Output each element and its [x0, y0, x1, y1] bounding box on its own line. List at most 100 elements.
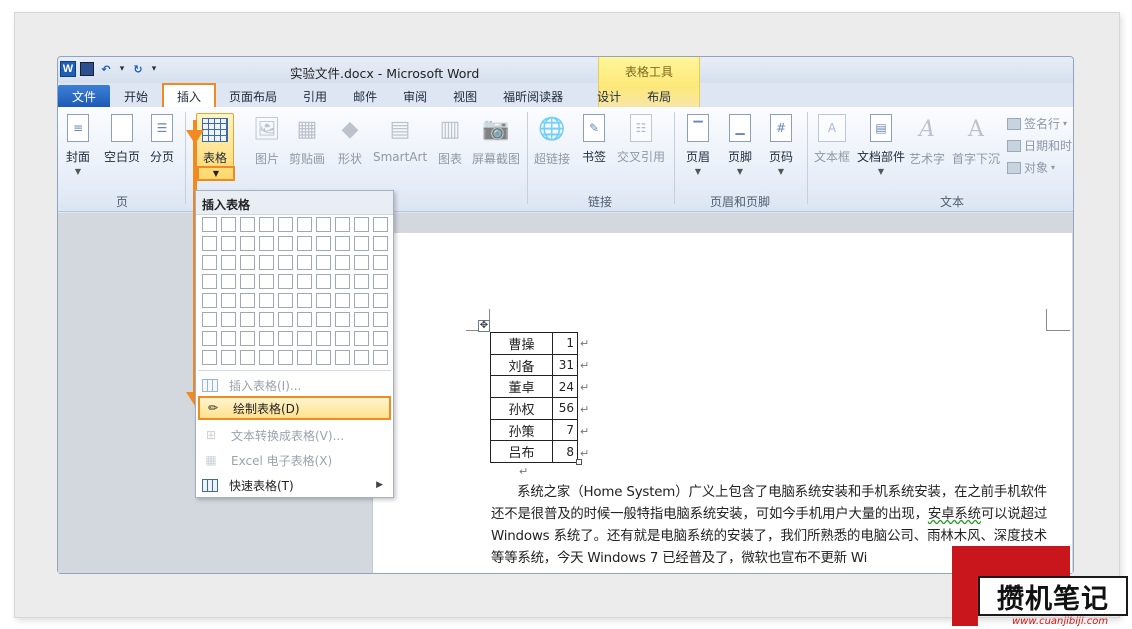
excel-table-menu-item[interactable]: ▦ Excel 电子表格(X) [198, 448, 391, 472]
header-button[interactable]: ▔ 页眉 ▼ [686, 114, 710, 176]
tab-page-layout[interactable]: 页面布局 [216, 85, 290, 107]
text-to-table-menu-item[interactable]: ⊞ 文本转换成表格(V)... [198, 423, 391, 447]
save-icon[interactable] [80, 62, 94, 76]
table-grid-cell[interactable] [316, 331, 331, 346]
table-grid-cell[interactable] [278, 274, 293, 289]
table-grid-cell[interactable] [278, 312, 293, 327]
drop-cap-button[interactable]: A 首字下沉 [952, 114, 1000, 167]
table-grid-cell[interactable] [202, 293, 217, 308]
quick-tables-menu-item[interactable]: 快速表格(T) ▶ [198, 473, 391, 497]
signature-line-button[interactable]: 签名行 ▾ [1007, 115, 1067, 132]
table-grid-cell[interactable] [240, 217, 255, 232]
table-grid-cell[interactable] [259, 312, 274, 327]
tab-view[interactable]: 视图 [440, 85, 490, 107]
cover-page-button[interactable]: ≡ 封面 ▼ [66, 114, 90, 176]
table-grid-cell[interactable] [297, 293, 312, 308]
table-grid-cell[interactable] [202, 217, 217, 232]
table-grid-cell[interactable] [354, 350, 369, 365]
table-grid-cell[interactable] [297, 331, 312, 346]
table-grid-cell[interactable] [259, 255, 274, 270]
table-move-handle-icon[interactable]: ✥ [478, 320, 490, 332]
table-grid-cell[interactable] [240, 350, 255, 365]
document-table[interactable]: 曹操 1 刘备 31 董卓 24 孙权 56 孙策 7 吕布 8 [490, 332, 578, 464]
blank-page-button[interactable]: 空白页 [104, 114, 140, 165]
table-grid-cell[interactable] [278, 350, 293, 365]
table-grid-cell[interactable] [278, 293, 293, 308]
table-grid-cell[interactable] [278, 217, 293, 232]
date-time-button[interactable]: 日期和时 [1007, 137, 1072, 154]
table-grid-cell[interactable] [335, 293, 350, 308]
table-grid-cell[interactable] [259, 236, 274, 251]
table-grid-cell[interactable] [297, 217, 312, 232]
redo-icon[interactable]: ↻ [130, 61, 146, 77]
smartart-button[interactable]: ▤ SmartArt [373, 114, 427, 165]
tab-insert[interactable]: 插入 [162, 83, 217, 109]
table-grid-cell[interactable] [259, 331, 274, 346]
wordart-button[interactable]: A 艺术字 [909, 114, 945, 167]
table-grid-cell[interactable] [240, 331, 255, 346]
table-grid-cell[interactable] [202, 236, 217, 251]
table-grid-cell[interactable] [335, 274, 350, 289]
table-grid-cell[interactable] [316, 312, 331, 327]
table-grid-cell[interactable] [335, 236, 350, 251]
tab-layout[interactable]: 布局 [634, 85, 684, 107]
tab-references[interactable]: 引用 [290, 85, 340, 107]
picture-button[interactable]: 🖼 图片 [253, 114, 281, 167]
table-grid-cell[interactable] [316, 350, 331, 365]
table-grid-cell[interactable] [373, 217, 388, 232]
table-grid-cell[interactable] [221, 312, 236, 327]
table-grid-cell[interactable] [221, 350, 236, 365]
table-grid-cell[interactable] [373, 255, 388, 270]
table-grid-cell[interactable] [259, 217, 274, 232]
table-dropdown-arrow[interactable]: ▼ [197, 166, 235, 181]
table-grid-cell[interactable] [202, 350, 217, 365]
page-number-button[interactable]: # 页码 ▼ [769, 114, 793, 176]
table-grid-cell[interactable] [335, 350, 350, 365]
tab-design[interactable]: 设计 [584, 85, 634, 107]
table-grid-cell[interactable] [202, 312, 217, 327]
table-grid-cell[interactable] [335, 331, 350, 346]
table-grid-cell[interactable] [221, 236, 236, 251]
table-grid-cell[interactable] [297, 255, 312, 270]
table-grid-cell[interactable] [202, 274, 217, 289]
table-grid-cell[interactable] [240, 312, 255, 327]
tab-file[interactable]: 文件 [58, 85, 110, 107]
text-box-button[interactable]: A 文本框 [814, 114, 850, 165]
table-grid-cell[interactable] [202, 331, 217, 346]
chart-button[interactable]: ▥ 图表 [436, 114, 464, 167]
table-grid-cell[interactable] [202, 255, 217, 270]
table-grid-cell[interactable] [278, 255, 293, 270]
table-grid-cell[interactable] [373, 236, 388, 251]
bookmark-button[interactable]: ✎ 书签 [582, 114, 606, 165]
table-grid-cell[interactable] [354, 255, 369, 270]
footer-button[interactable]: ▁ 页脚 ▼ [728, 114, 752, 176]
quick-parts-button[interactable]: ▤ 文档部件 ▼ [857, 114, 905, 176]
table-grid-cell[interactable] [354, 274, 369, 289]
table-grid-cell[interactable] [335, 312, 350, 327]
table-grid-cell[interactable] [240, 274, 255, 289]
word-logo-icon[interactable]: W [60, 61, 76, 77]
table-grid-cell[interactable] [278, 236, 293, 251]
table-grid-cell[interactable] [316, 293, 331, 308]
table-grid-cell[interactable] [221, 331, 236, 346]
table-grid-cell[interactable] [316, 255, 331, 270]
table-grid-cell[interactable] [259, 274, 274, 289]
table-grid-cell[interactable] [221, 293, 236, 308]
table-grid-cell[interactable] [297, 236, 312, 251]
screenshot-button[interactable]: 📷 屏幕截图 [472, 114, 520, 167]
table-grid-cell[interactable] [354, 293, 369, 308]
table-grid-cell[interactable] [335, 255, 350, 270]
table-grid-cell[interactable] [316, 217, 331, 232]
table-grid-cell[interactable] [373, 274, 388, 289]
table-grid-cell[interactable] [373, 293, 388, 308]
table-grid-cell[interactable] [221, 217, 236, 232]
table-grid-cell[interactable] [278, 331, 293, 346]
table-grid-cell[interactable] [373, 331, 388, 346]
table-grid-cell[interactable] [221, 274, 236, 289]
table-grid-cell[interactable] [240, 255, 255, 270]
tab-foxit-reader[interactable]: 福昕阅读器 [490, 85, 576, 107]
table-grid-cell[interactable] [240, 293, 255, 308]
table-grid-cell[interactable] [259, 350, 274, 365]
table-grid-cell[interactable] [354, 236, 369, 251]
shapes-button[interactable]: ◆ 形状 [336, 114, 364, 167]
